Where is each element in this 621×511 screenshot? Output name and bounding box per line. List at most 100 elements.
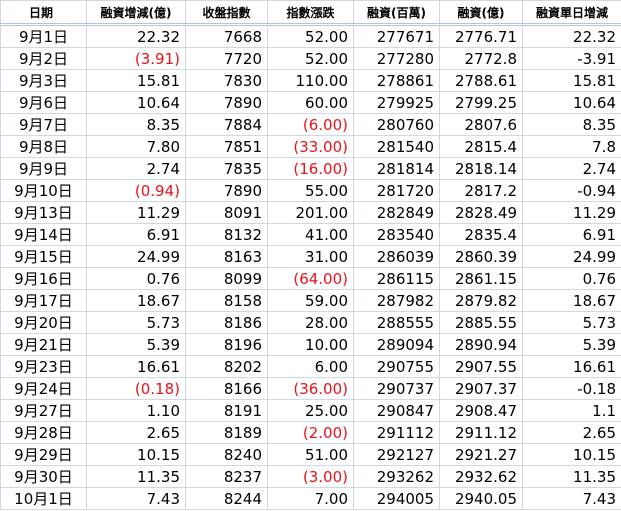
cell-margin-million[interactable]: 280760: [353, 113, 440, 136]
cell-margin-100m[interactable]: 2907.55: [439, 355, 523, 378]
cell-margin-change[interactable]: (0.18): [86, 377, 186, 400]
cell-close-index[interactable]: 8237: [185, 465, 268, 488]
cell-daily-change[interactable]: 16.61: [522, 355, 621, 378]
cell-daily-change[interactable]: 5.73: [522, 311, 621, 334]
cell-margin-100m[interactable]: 2835.4: [439, 223, 523, 246]
cell-margin-change[interactable]: 22.32: [86, 24, 186, 48]
cell-index-change[interactable]: (33.00): [267, 135, 354, 158]
cell-margin-million[interactable]: 290847: [353, 399, 440, 422]
cell-date[interactable]: 9月15日: [0, 245, 87, 268]
cell-index-change[interactable]: (16.00): [267, 157, 354, 180]
cell-margin-change[interactable]: 18.67: [86, 289, 186, 312]
cell-index-change[interactable]: 52.00: [267, 24, 354, 48]
cell-margin-100m[interactable]: 2932.62: [439, 465, 523, 488]
header-margin-100m[interactable]: 融資(億): [439, 0, 523, 26]
header-margin-million[interactable]: 融資(百萬): [353, 0, 440, 26]
cell-close-index[interactable]: 7668: [185, 24, 268, 48]
cell-date[interactable]: 9月1日: [0, 24, 87, 48]
cell-margin-change[interactable]: 1.10: [86, 399, 186, 422]
cell-daily-change[interactable]: 10.64: [522, 91, 621, 114]
cell-margin-change[interactable]: 2.74: [86, 157, 186, 180]
cell-margin-100m[interactable]: 2807.6: [439, 113, 523, 136]
cell-index-change[interactable]: 51.00: [267, 443, 354, 466]
cell-margin-million[interactable]: 292127: [353, 443, 440, 466]
cell-margin-100m[interactable]: 2885.55: [439, 311, 523, 334]
cell-margin-change[interactable]: 0.76: [86, 267, 186, 290]
cell-margin-million[interactable]: 282849: [353, 201, 440, 224]
cell-index-change[interactable]: 7.00: [267, 487, 354, 510]
cell-close-index[interactable]: 8191: [185, 399, 268, 422]
cell-index-change[interactable]: (3.00): [267, 465, 354, 488]
cell-index-change[interactable]: 201.00: [267, 201, 354, 224]
cell-margin-million[interactable]: 281814: [353, 157, 440, 180]
cell-date[interactable]: 9月30日: [0, 465, 87, 488]
cell-daily-change[interactable]: 18.67: [522, 289, 621, 312]
cell-daily-change[interactable]: 1.1: [522, 399, 621, 422]
cell-margin-change[interactable]: 7.43: [86, 487, 186, 510]
cell-daily-change[interactable]: 2.74: [522, 157, 621, 180]
cell-margin-million[interactable]: 287982: [353, 289, 440, 312]
cell-daily-change[interactable]: 6.91: [522, 223, 621, 246]
cell-margin-million[interactable]: 290755: [353, 355, 440, 378]
cell-index-change[interactable]: 41.00: [267, 223, 354, 246]
cell-margin-100m[interactable]: 2799.25: [439, 91, 523, 114]
cell-date[interactable]: 9月9日: [0, 157, 87, 180]
cell-margin-million[interactable]: 286039: [353, 245, 440, 268]
cell-margin-100m[interactable]: 2861.15: [439, 267, 523, 290]
cell-margin-100m[interactable]: 2817.2: [439, 179, 523, 202]
cell-date[interactable]: 9月29日: [0, 443, 87, 466]
cell-date[interactable]: 9月24日: [0, 377, 87, 400]
cell-index-change[interactable]: (64.00): [267, 267, 354, 290]
cell-daily-change[interactable]: 11.29: [522, 201, 621, 224]
cell-margin-million[interactable]: 289094: [353, 333, 440, 356]
cell-index-change[interactable]: 6.00: [267, 355, 354, 378]
cell-close-index[interactable]: 8202: [185, 355, 268, 378]
header-index-change[interactable]: 指數漲跌: [267, 0, 354, 26]
cell-daily-change[interactable]: 24.99: [522, 245, 621, 268]
cell-margin-100m[interactable]: 2788.61: [439, 69, 523, 92]
cell-margin-100m[interactable]: 2815.4: [439, 135, 523, 158]
cell-close-index[interactable]: 7890: [185, 179, 268, 202]
cell-margin-100m[interactable]: 2911.12: [439, 421, 523, 444]
cell-margin-change[interactable]: 5.73: [86, 311, 186, 334]
cell-close-index[interactable]: 8158: [185, 289, 268, 312]
cell-date[interactable]: 9月16日: [0, 267, 87, 290]
header-close-index[interactable]: 收盤指數: [185, 0, 268, 26]
cell-index-change[interactable]: 60.00: [267, 91, 354, 114]
cell-index-change[interactable]: 55.00: [267, 179, 354, 202]
cell-margin-change[interactable]: 8.35: [86, 113, 186, 136]
cell-close-index[interactable]: 7884: [185, 113, 268, 136]
cell-date[interactable]: 9月6日: [0, 91, 87, 114]
cell-date[interactable]: 9月21日: [0, 333, 87, 356]
cell-index-change[interactable]: (2.00): [267, 421, 354, 444]
cell-margin-change[interactable]: 2.65: [86, 421, 186, 444]
cell-date[interactable]: 9月7日: [0, 113, 87, 136]
cell-margin-change[interactable]: 6.91: [86, 223, 186, 246]
cell-margin-million[interactable]: 291112: [353, 421, 440, 444]
cell-margin-million[interactable]: 277280: [353, 47, 440, 70]
cell-daily-change[interactable]: 0.76: [522, 267, 621, 290]
cell-close-index[interactable]: 7851: [185, 135, 268, 158]
cell-close-index[interactable]: 8189: [185, 421, 268, 444]
cell-margin-100m[interactable]: 2818.14: [439, 157, 523, 180]
cell-margin-change[interactable]: 10.15: [86, 443, 186, 466]
cell-margin-change[interactable]: 16.61: [86, 355, 186, 378]
cell-margin-million[interactable]: 288555: [353, 311, 440, 334]
cell-margin-million[interactable]: 283540: [353, 223, 440, 246]
cell-daily-change[interactable]: 5.39: [522, 333, 621, 356]
cell-margin-100m[interactable]: 2907.37: [439, 377, 523, 400]
cell-date[interactable]: 9月27日: [0, 399, 87, 422]
cell-margin-100m[interactable]: 2828.49: [439, 201, 523, 224]
cell-date[interactable]: 9月3日: [0, 69, 87, 92]
cell-margin-100m[interactable]: 2890.94: [439, 333, 523, 356]
cell-date[interactable]: 9月23日: [0, 355, 87, 378]
cell-daily-change[interactable]: 10.15: [522, 443, 621, 466]
cell-date[interactable]: 9月2日: [0, 47, 87, 70]
cell-margin-change[interactable]: (0.94): [86, 179, 186, 202]
cell-index-change[interactable]: (6.00): [267, 113, 354, 136]
cell-close-index[interactable]: 8186: [185, 311, 268, 334]
cell-margin-million[interactable]: 281540: [353, 135, 440, 158]
cell-close-index[interactable]: 8163: [185, 245, 268, 268]
cell-daily-change[interactable]: 15.81: [522, 69, 621, 92]
cell-close-index[interactable]: 8166: [185, 377, 268, 400]
